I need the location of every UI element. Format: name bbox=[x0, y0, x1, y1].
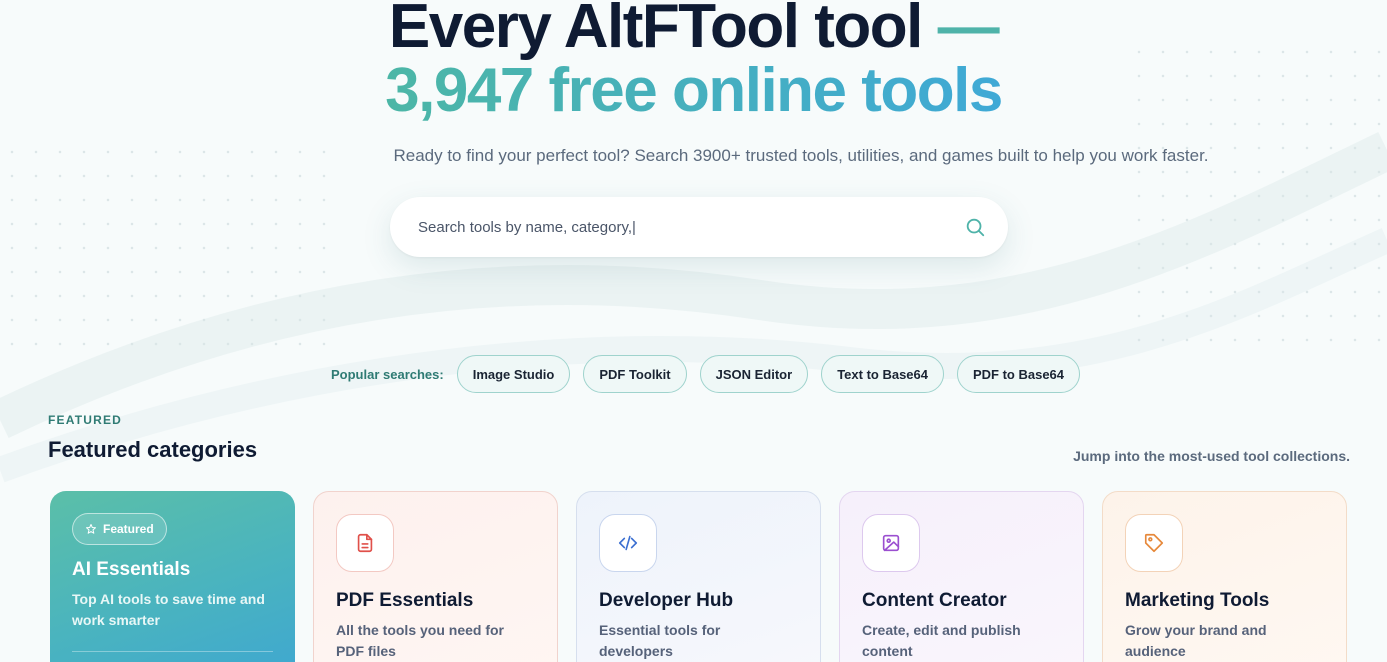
featured-badge-label: Featured bbox=[103, 522, 154, 536]
popular-searches: Popular searches: Image Studio PDF Toolk… bbox=[331, 355, 1081, 393]
hero-subtitle: 3,947 free online tools bbox=[0, 56, 1387, 126]
hero-title-text: Every AltFTool tool bbox=[388, 0, 923, 61]
card-icon-box bbox=[1125, 514, 1183, 572]
card-title: Developer Hub bbox=[599, 590, 734, 611]
card-description: All the tools you need for PDF files bbox=[336, 622, 505, 659]
chip-pdf-to-base64[interactable]: PDF to Base64 bbox=[956, 355, 1081, 393]
dot-pattern-left bbox=[0, 140, 330, 360]
card-icon-box bbox=[336, 514, 394, 572]
card-divider bbox=[72, 651, 273, 652]
category-cards: Featured AI Essentials Top AI tools to s… bbox=[50, 491, 1347, 662]
card-icon-box bbox=[862, 514, 920, 572]
card-ai-essentials[interactable]: Featured AI Essentials Top AI tools to s… bbox=[50, 491, 295, 662]
card-marketing-tools[interactable]: Marketing Tools Grow your brand and audi… bbox=[1102, 491, 1347, 662]
card-icon-box bbox=[599, 514, 657, 572]
image-icon bbox=[882, 534, 900, 552]
featured-badge: Featured bbox=[72, 513, 167, 545]
card-description: Top AI tools to save time and work smart… bbox=[72, 591, 265, 628]
popular-searches-label: Popular searches: bbox=[331, 366, 444, 382]
hero-subtitle-text: 3,947 free online tools bbox=[385, 56, 1003, 125]
featured-hint: Jump into the most-used tool collections… bbox=[1073, 448, 1350, 464]
code-icon bbox=[618, 535, 638, 551]
card-title: Marketing Tools bbox=[1125, 590, 1270, 611]
card-description: Grow your brand and audience bbox=[1125, 622, 1267, 659]
search-bar bbox=[390, 197, 1008, 257]
chip-pdf-toolkit[interactable]: PDF Toolkit bbox=[583, 355, 687, 393]
chip-json-editor[interactable]: JSON Editor bbox=[699, 355, 809, 393]
featured-eyebrow: FEATURED bbox=[48, 413, 123, 427]
card-description: Create, edit and publish content bbox=[862, 622, 1021, 659]
card-content-creator[interactable]: Content Creator Create, edit and publish… bbox=[839, 491, 1084, 662]
search-input[interactable] bbox=[418, 218, 964, 236]
hero-tagline: Ready to find your perfect tool? Search … bbox=[393, 146, 1209, 165]
chip-image-studio[interactable]: Image Studio bbox=[456, 355, 571, 393]
search-icon[interactable] bbox=[964, 216, 986, 238]
card-title: AI Essentials bbox=[72, 559, 191, 580]
document-icon bbox=[357, 533, 373, 553]
card-title: PDF Essentials bbox=[336, 590, 474, 611]
featured-title: Featured categories bbox=[48, 437, 258, 462]
tag-icon bbox=[1144, 533, 1164, 553]
card-description: Essential tools for developers bbox=[599, 622, 721, 659]
hero-title: Every AltFTool tool — bbox=[0, 0, 1387, 60]
card-developer-hub[interactable]: Developer Hub Essential tools for develo… bbox=[576, 491, 821, 662]
card-pdf-essentials[interactable]: PDF Essentials All the tools you need fo… bbox=[313, 491, 558, 662]
hero-title-dash: — bbox=[937, 0, 1000, 61]
card-title: Content Creator bbox=[862, 590, 1007, 611]
chip-text-to-base64[interactable]: Text to Base64 bbox=[821, 355, 944, 393]
star-icon bbox=[86, 524, 96, 534]
